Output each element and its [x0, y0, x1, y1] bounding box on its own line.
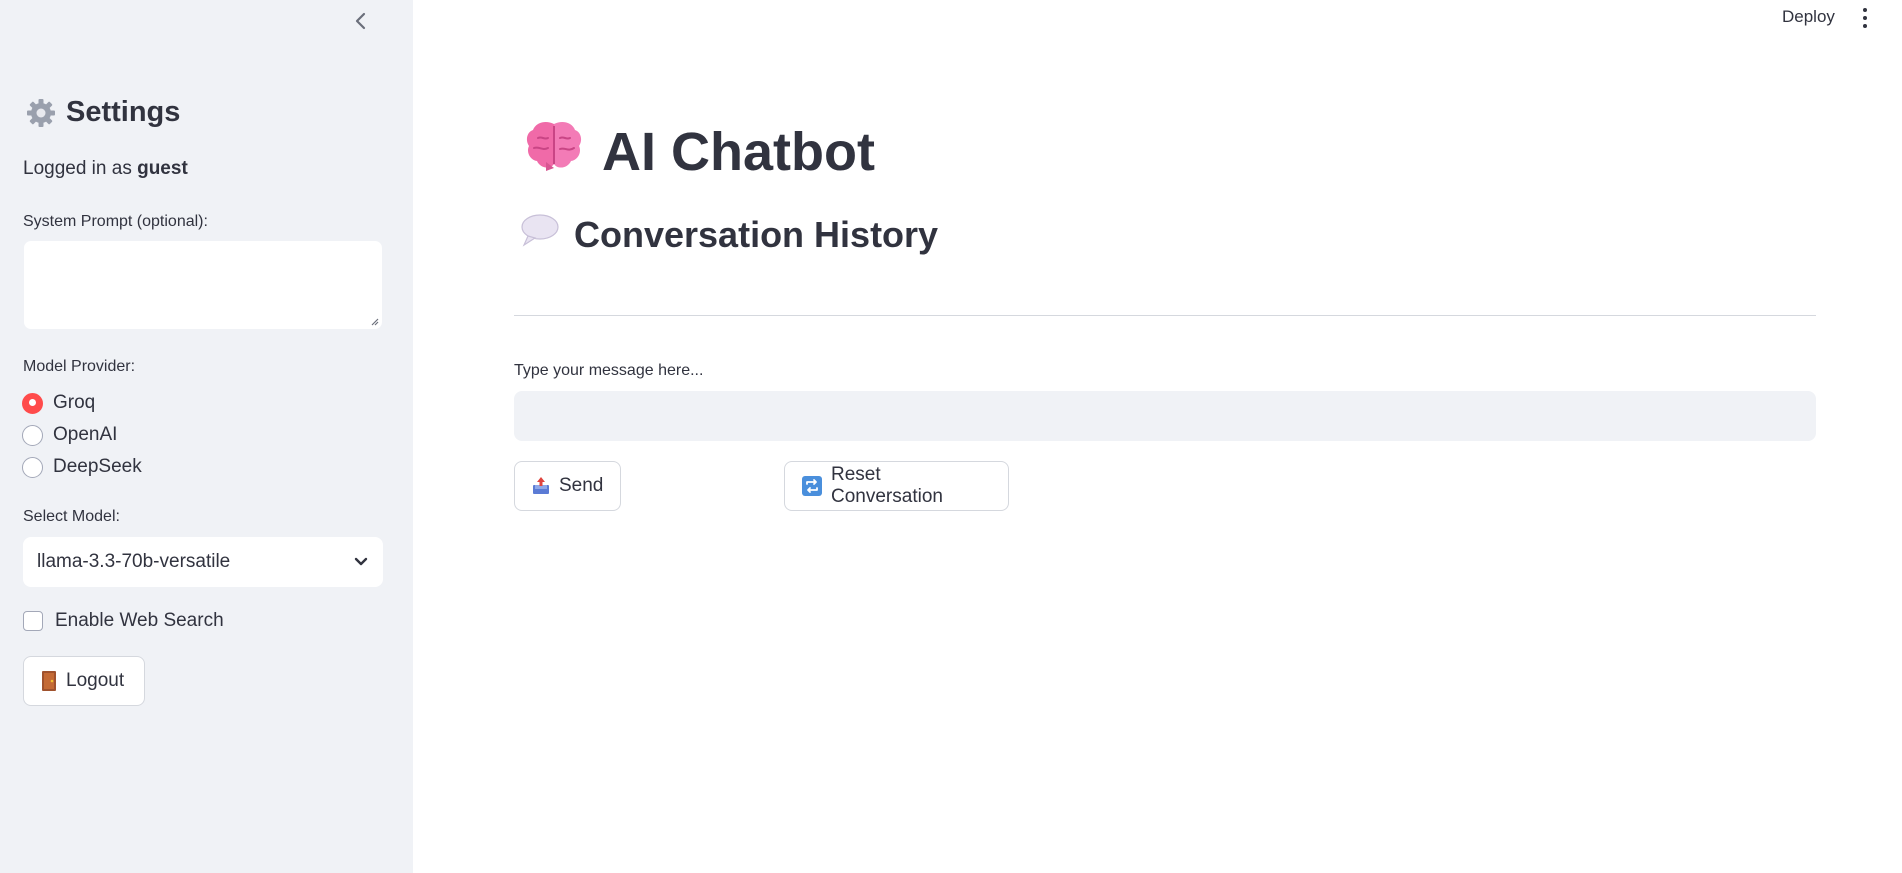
radio-option-openai[interactable]: OpenAI — [22, 424, 117, 446]
model-select[interactable]: llama-3.3-70b-versatile — [23, 537, 383, 587]
conversation-history-heading: Conversation History — [520, 213, 938, 256]
divider — [514, 315, 1816, 316]
radio-label: DeepSeek — [53, 456, 142, 477]
web-search-label: Enable Web Search — [55, 610, 224, 631]
chevron-left-icon — [355, 12, 366, 30]
model-provider-label: Model Provider: — [23, 358, 136, 375]
gear-icon — [26, 98, 56, 128]
collapse-sidebar-button[interactable] — [350, 10, 372, 32]
send-button[interactable]: Send — [514, 461, 621, 511]
page-title-text: AI Chatbot — [602, 121, 875, 182]
resize-grip-icon[interactable] — [369, 316, 379, 326]
web-search-checkbox-row[interactable]: Enable Web Search — [23, 610, 224, 632]
system-prompt-label: System Prompt (optional): — [23, 213, 208, 230]
reset-label: Reset Conversation — [831, 464, 943, 507]
radio-button[interactable] — [22, 424, 43, 446]
sidebar-title: Settings — [26, 96, 180, 129]
repeat-icon — [801, 475, 823, 497]
radio-label: Groq — [53, 392, 96, 413]
deploy-button[interactable]: Deploy — [1782, 7, 1835, 27]
sidebar-title-text: Settings — [66, 96, 181, 128]
sidebar: Settings Logged in as guest System Promp… — [0, 0, 413, 873]
send-label: Send — [559, 475, 604, 496]
username: guest — [137, 158, 188, 179]
kebab-menu-icon[interactable] — [1860, 8, 1870, 28]
outbox-icon — [531, 476, 551, 496]
speech-bubble-icon — [520, 213, 560, 256]
door-icon — [40, 670, 58, 692]
page-title: AI Chatbot — [524, 118, 875, 185]
message-input[interactable] — [514, 391, 1816, 441]
system-prompt-textarea[interactable] — [23, 240, 383, 330]
select-model-label: Select Model: — [23, 508, 120, 525]
reset-conversation-button[interactable]: Reset Conversation — [784, 461, 1009, 511]
selected-model-value: llama-3.3-70b-versatile — [37, 551, 231, 572]
conversation-history-text: Conversation History — [574, 213, 939, 255]
logout-button[interactable]: Logout — [23, 656, 145, 706]
radio-option-groq[interactable]: Groq — [22, 392, 95, 414]
message-input-label: Type your message here... — [514, 362, 704, 379]
radio-button[interactable] — [22, 456, 43, 478]
brain-icon — [524, 118, 584, 185]
logout-label: Logout — [66, 670, 125, 691]
radio-option-deepseek[interactable]: DeepSeek — [22, 456, 142, 478]
radio-button-checked[interactable] — [22, 392, 43, 414]
chevron-down-icon — [354, 557, 368, 566]
web-search-checkbox[interactable] — [23, 611, 43, 631]
logged-in-prefix: Logged in as — [23, 158, 138, 179]
radio-label: OpenAI — [53, 424, 118, 445]
logged-in-status: Logged in as guest — [23, 158, 188, 180]
